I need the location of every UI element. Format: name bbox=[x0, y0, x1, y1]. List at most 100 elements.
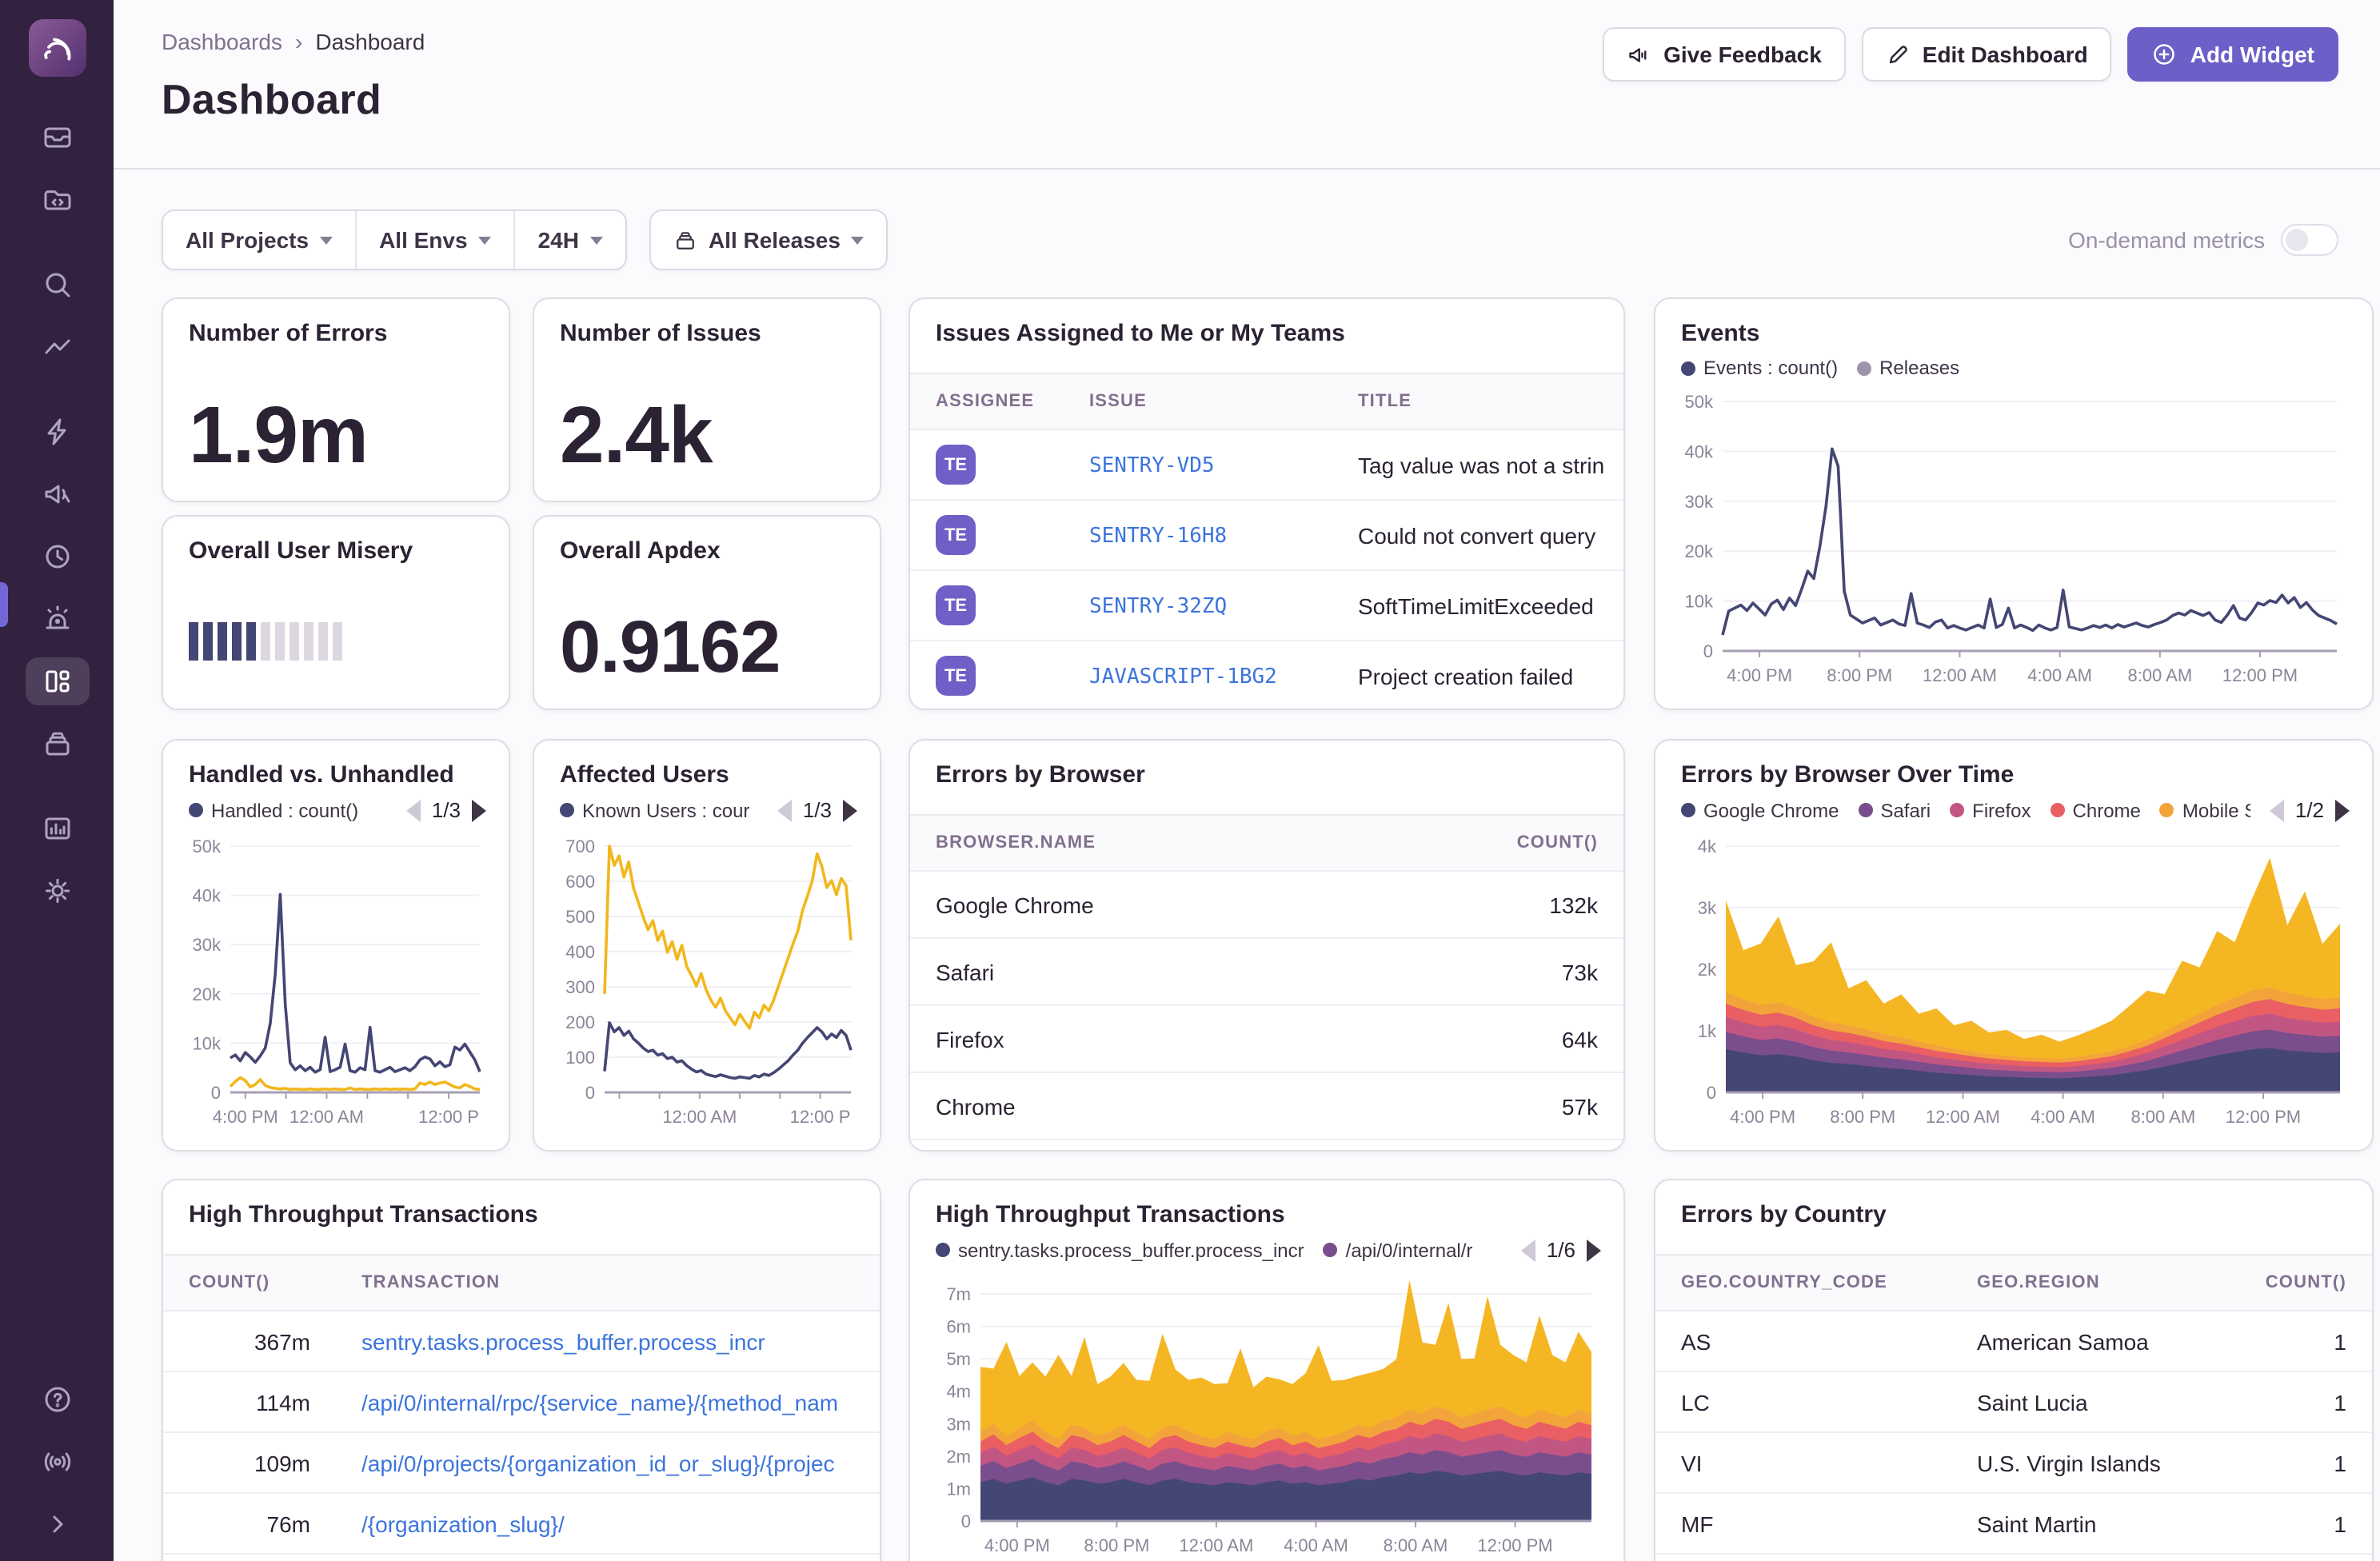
issue-link[interactable]: SENTRY-VD5 bbox=[1089, 454, 1215, 478]
chart-legend: Known Users : cour bbox=[560, 799, 758, 821]
legend-item[interactable]: Safari bbox=[1858, 799, 1931, 821]
sidebar-item-alerts[interactable] bbox=[25, 595, 89, 643]
count-cell: 109m bbox=[163, 1450, 336, 1475]
transaction-link[interactable]: /{organization_slug}/ bbox=[361, 1511, 565, 1536]
chevron-down-icon bbox=[320, 237, 333, 245]
country-code-cell: VI bbox=[1655, 1450, 1951, 1475]
sidebar-item-home[interactable] bbox=[28, 19, 86, 77]
pagination-prev-icon[interactable] bbox=[2270, 799, 2284, 821]
sidebar-item-settings[interactable] bbox=[25, 867, 89, 915]
pagination-prev-icon[interactable] bbox=[1521, 1239, 1535, 1261]
sidebar-item-whats-new[interactable] bbox=[25, 1438, 89, 1486]
date-range-filter[interactable]: 24H bbox=[514, 211, 625, 269]
errors-by-browser-stacked-chart[interactable]: 01k2k3k4k4:00 PM8:00 PM12:00 AM4:00 AM8:… bbox=[1675, 833, 2353, 1134]
affected-users-line-chart[interactable]: 010020030040050060070012:00 AM12:00 P bbox=[553, 833, 864, 1134]
sidebar-item-replays[interactable] bbox=[25, 533, 89, 581]
column-header[interactable]: BROWSER.NAME bbox=[910, 833, 1432, 852]
issue-link[interactable]: SENTRY-32ZQ bbox=[1089, 595, 1227, 619]
sidebar-item-releases[interactable] bbox=[25, 720, 89, 768]
svg-text:4:00 AM: 4:00 AM bbox=[1284, 1535, 1348, 1555]
legend-item[interactable]: Google Chrome bbox=[1681, 799, 1839, 821]
sidebar-item-dashboards[interactable] bbox=[25, 657, 89, 705]
transaction-link[interactable]: /api/0/projects/{organization_id_or_slug… bbox=[361, 1450, 835, 1475]
column-header[interactable]: TITLE bbox=[1332, 392, 1623, 411]
pagination-prev-icon[interactable] bbox=[406, 799, 421, 821]
sidebar-item-projects[interactable] bbox=[25, 176, 89, 224]
issue-title-cell: Tag value was not a strin bbox=[1332, 452, 1623, 477]
column-header[interactable]: COUNT() bbox=[163, 1273, 336, 1292]
events-line-chart[interactable]: 010k20k30k40k50k4:00 PM8:00 PM12:00 AM4:… bbox=[1675, 389, 2350, 693]
sidebar-collapse-button[interactable] bbox=[25, 1500, 89, 1548]
avatar[interactable]: TE bbox=[936, 656, 976, 696]
sidebar-item-search[interactable] bbox=[25, 261, 89, 309]
legend-item[interactable]: Releases bbox=[1857, 357, 1959, 379]
sidebar-item-help[interactable] bbox=[25, 1375, 89, 1423]
count-cell: 1 bbox=[2220, 1450, 2372, 1475]
avatar[interactable]: TE bbox=[936, 445, 976, 485]
legend-dot-icon bbox=[1681, 361, 1695, 375]
legend-item[interactable]: Chrome bbox=[2051, 799, 2141, 821]
column-header[interactable]: GEO.REGION bbox=[1951, 1273, 2220, 1292]
sidebar-item-performance[interactable] bbox=[25, 408, 89, 456]
column-header[interactable]: ASSIGNEE bbox=[910, 392, 1064, 411]
pagination-next-icon[interactable] bbox=[2335, 799, 2350, 821]
legend-dot-icon bbox=[1858, 803, 1872, 817]
pagination-next-icon[interactable] bbox=[472, 799, 486, 821]
column-header[interactable]: ISSUE bbox=[1064, 392, 1332, 411]
svg-text:4:00 AM: 4:00 AM bbox=[2031, 1107, 2095, 1127]
issues-table: ASSIGNEEISSUETITLE TE SENTRY-VD5 Tag value … bbox=[910, 373, 1623, 709]
trend-line-icon bbox=[41, 331, 73, 363]
widget-title: Errors by Country bbox=[1655, 1180, 2372, 1228]
widget-events: Events Events : count()Releases 010k20k3… bbox=[1654, 297, 2374, 710]
sidebar-item-issues[interactable] bbox=[25, 114, 89, 162]
table-row: ASAmerican Samoa1 bbox=[1655, 1311, 2372, 1372]
sidebar-item-stats[interactable] bbox=[25, 804, 89, 852]
transaction-link[interactable]: /api/0/internal/rpc/{service_name}/{meth… bbox=[361, 1389, 838, 1415]
column-header[interactable]: GEO.COUNTRY_CODE bbox=[1655, 1273, 1951, 1292]
svg-text:12:00 P: 12:00 P bbox=[418, 1107, 479, 1127]
svg-text:12:00 PM: 12:00 PM bbox=[1477, 1535, 1552, 1555]
legend-item[interactable]: Known Users : cour bbox=[560, 799, 749, 821]
environment-filter[interactable]: All Envs bbox=[355, 211, 514, 269]
table-row: TESENTRY-16H8Could not convert query bbox=[910, 501, 1623, 571]
misery-bar-segment bbox=[261, 622, 270, 661]
column-header[interactable]: COUNT() bbox=[1432, 833, 1623, 852]
siren-icon bbox=[41, 603, 73, 635]
svg-text:12:00 AM: 12:00 AM bbox=[662, 1107, 737, 1127]
legend-item[interactable]: Handled : count() bbox=[189, 799, 358, 821]
release-filter[interactable]: All Releases bbox=[651, 211, 887, 269]
column-header[interactable]: COUNT() bbox=[2220, 1273, 2372, 1292]
widget-handled-vs-unhandled: Handled vs. Unhandled Handled : count() … bbox=[162, 739, 510, 1152]
sidebar-item-feedback[interactable] bbox=[25, 470, 89, 518]
handled-line-chart[interactable]: 010k20k30k40k50k4:00 PM12:00 AM12:00 P bbox=[182, 833, 493, 1134]
give-feedback-button[interactable]: Give Feedback bbox=[1603, 27, 1846, 82]
pagination-next-icon[interactable] bbox=[843, 799, 857, 821]
lightning-icon bbox=[41, 416, 73, 448]
avatar[interactable]: TE bbox=[936, 585, 976, 625]
widget-errors-by-browser: Errors by Browser BROWSER.NAMECOUNT()Goo… bbox=[908, 739, 1625, 1152]
avatar[interactable]: TE bbox=[936, 515, 976, 555]
legend-item[interactable]: Mobile S bbox=[2160, 799, 2250, 821]
ondemand-metrics-toggle[interactable] bbox=[2281, 224, 2338, 256]
legend-item[interactable]: /api/0/internal/r bbox=[1324, 1239, 1473, 1261]
issue-link[interactable]: JAVASCRIPT-1BG2 bbox=[1089, 665, 1277, 689]
svg-text:2m: 2m bbox=[946, 1447, 971, 1467]
legend-item[interactable]: Events : count() bbox=[1681, 357, 1838, 379]
legend-item[interactable]: sentry.tasks.process_buffer.process_incr bbox=[936, 1239, 1304, 1261]
add-widget-button[interactable]: Add Widget bbox=[2128, 27, 2338, 82]
sidebar-item-discover[interactable] bbox=[25, 323, 89, 371]
issue-link[interactable]: SENTRY-16H8 bbox=[1089, 525, 1227, 549]
widget-title: Errors by Browser bbox=[910, 741, 1623, 788]
help-icon bbox=[41, 1383, 73, 1415]
widget-title: Number of Issues bbox=[534, 299, 880, 347]
edit-dashboard-button[interactable]: Edit Dashboard bbox=[1862, 27, 2112, 82]
column-header[interactable]: TRANSACTION bbox=[336, 1273, 880, 1292]
legend-item[interactable]: Firefox bbox=[1950, 799, 2031, 821]
breadcrumb-dashboards[interactable]: Dashboards bbox=[162, 29, 282, 54]
transaction-link[interactable]: sentry.tasks.process_buffer.process_incr bbox=[361, 1328, 765, 1354]
issue-title-cell: Project creation failed bbox=[1332, 663, 1623, 689]
project-filter[interactable]: All Projects bbox=[163, 211, 355, 269]
pagination-next-icon[interactable] bbox=[1587, 1239, 1601, 1261]
high-throughput-stacked-chart[interactable]: 01m2m3m4m5m6m7m4:00 PM8:00 PM12:00 AM4:0… bbox=[929, 1281, 1604, 1561]
pagination-prev-icon[interactable] bbox=[777, 799, 792, 821]
